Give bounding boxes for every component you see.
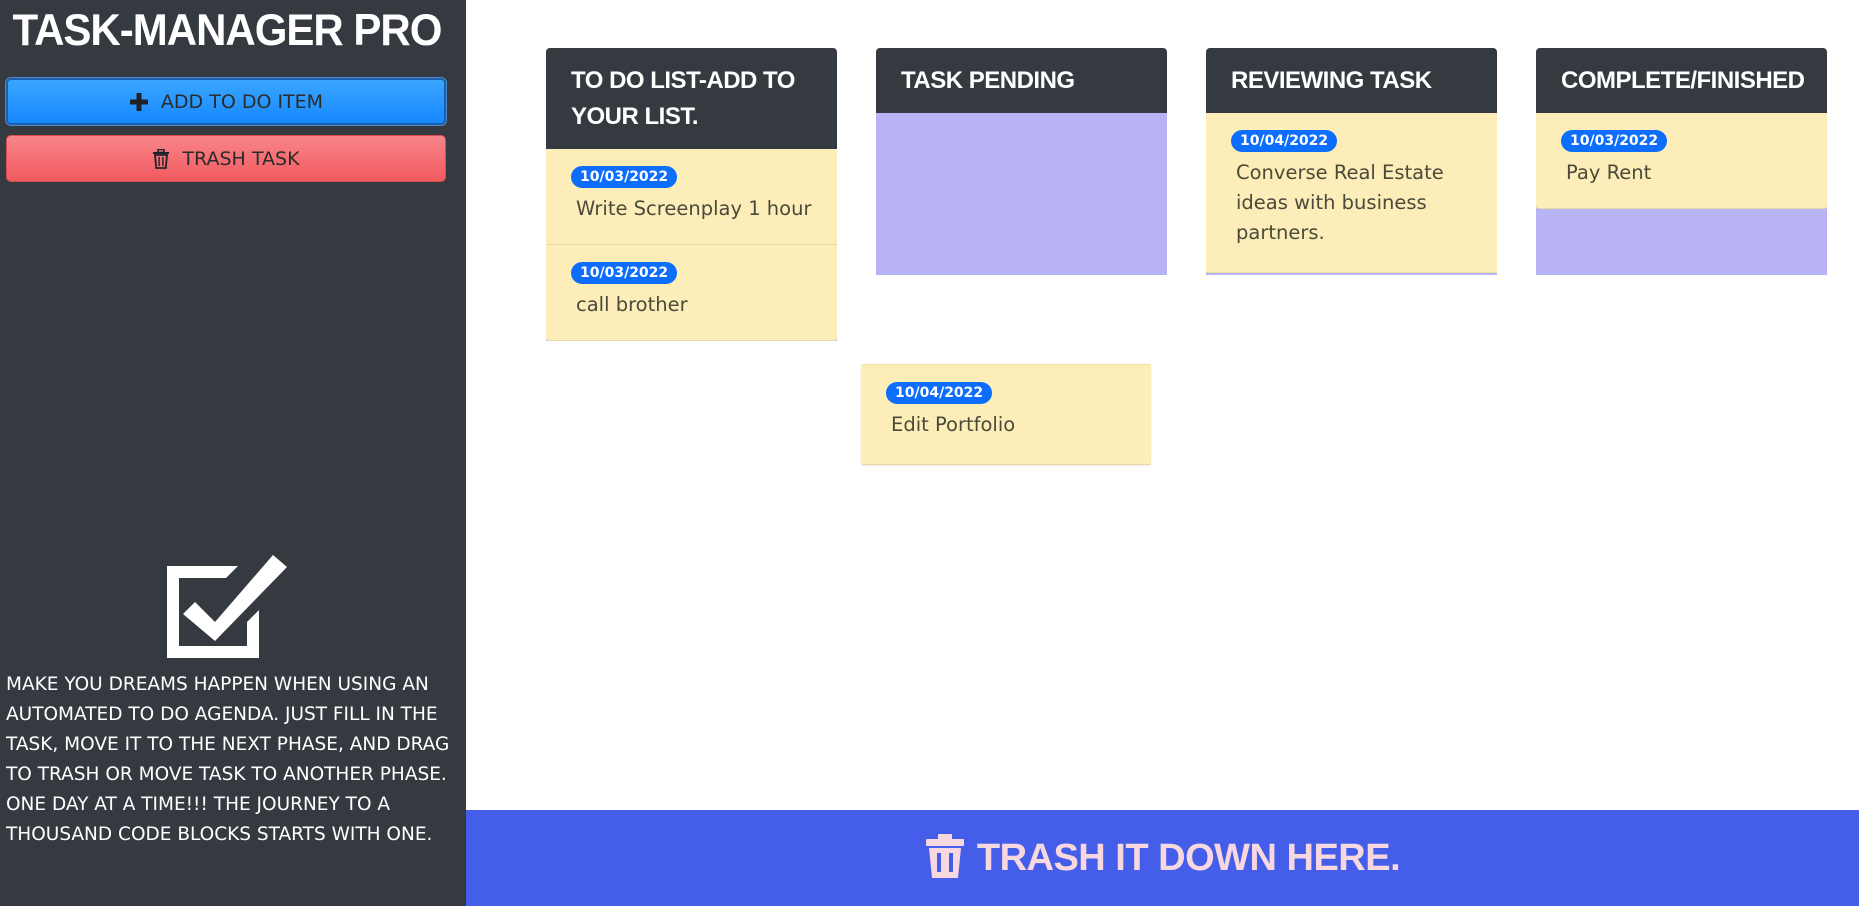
column-complete[interactable]: COMPLETE/FINISHED 10/03/2022 Pay Rent <box>1536 48 1827 275</box>
task-date-badge: 10/04/2022 <box>886 382 993 404</box>
column-body[interactable]: 10/03/2022 Write Screenplay 1 hour 10/03… <box>546 149 837 341</box>
app-tagline: MAKE YOU DREAMS HAPPEN WHEN USING AN AUT… <box>6 674 450 845</box>
task-date-badge: 10/03/2022 <box>1561 130 1668 152</box>
column-header: REVIEWING TASK <box>1206 48 1497 113</box>
task-text: Edit Portfolio <box>891 413 1016 436</box>
add-todo-button-label: ADD TO DO ITEM <box>160 90 324 113</box>
task-card[interactable]: 10/03/2022 call brother <box>546 245 837 341</box>
column-todo[interactable]: TO DO LIST-ADD TO YOUR LIST. 10/03/2022 … <box>546 48 837 341</box>
column-body[interactable]: 10/03/2022 Pay Rent <box>1536 113 1827 275</box>
task-card[interactable]: 10/03/2022 Write Screenplay 1 hour <box>546 149 837 245</box>
task-text: call brother <box>576 293 688 316</box>
task-card[interactable]: 10/03/2022 Pay Rent <box>1536 113 1827 209</box>
sidebar: TASK-MANAGER PRO ADD TO DO ITEM TRASH TA… <box>0 0 466 906</box>
trash-drop-zone[interactable]: TRASH IT DOWN HERE. <box>466 810 1859 906</box>
app-title: TASK-MANAGER PRO <box>12 4 443 55</box>
task-card[interactable]: 10/04/2022 Converse Real Estate ideas wi… <box>1206 113 1497 273</box>
task-text: Converse Real Estate ideas with business… <box>1236 161 1444 244</box>
column-reviewing[interactable]: REVIEWING TASK 10/04/2022 Converse Real … <box>1206 48 1497 275</box>
app-root: TASK-MANAGER PRO ADD TO DO ITEM TRASH TA… <box>0 0 1859 906</box>
column-body[interactable]: 10/04/2022 Converse Real Estate ideas wi… <box>1206 113 1497 275</box>
column-pending[interactable]: TASK PENDING <box>876 48 1167 275</box>
trash-task-button-label: TRASH TASK <box>182 147 300 170</box>
column-header: COMPLETE/FINISHED <box>1536 48 1827 113</box>
task-date-badge: 10/03/2022 <box>571 166 678 188</box>
task-text: Pay Rent <box>1566 161 1652 184</box>
task-date-badge: 10/04/2022 <box>1231 130 1338 152</box>
dragging-task-card[interactable]: 10/04/2022 Edit Portfolio <box>861 364 1151 465</box>
plus-icon <box>129 92 149 112</box>
trash-icon <box>925 833 965 883</box>
trash-drop-zone-label: TRASH IT DOWN HERE. <box>976 836 1401 879</box>
task-date-badge: 10/03/2022 <box>571 262 678 284</box>
column-body[interactable] <box>876 113 1167 275</box>
checkbox-icon <box>164 552 289 660</box>
task-text: Write Screenplay 1 hour <box>576 197 812 220</box>
column-header: TASK PENDING <box>876 48 1167 113</box>
column-header: TO DO LIST-ADD TO YOUR LIST. <box>546 48 837 149</box>
add-todo-button[interactable]: ADD TO DO ITEM <box>6 78 446 125</box>
trash-icon <box>152 148 170 169</box>
trash-task-button[interactable]: TRASH TASK <box>6 135 446 182</box>
